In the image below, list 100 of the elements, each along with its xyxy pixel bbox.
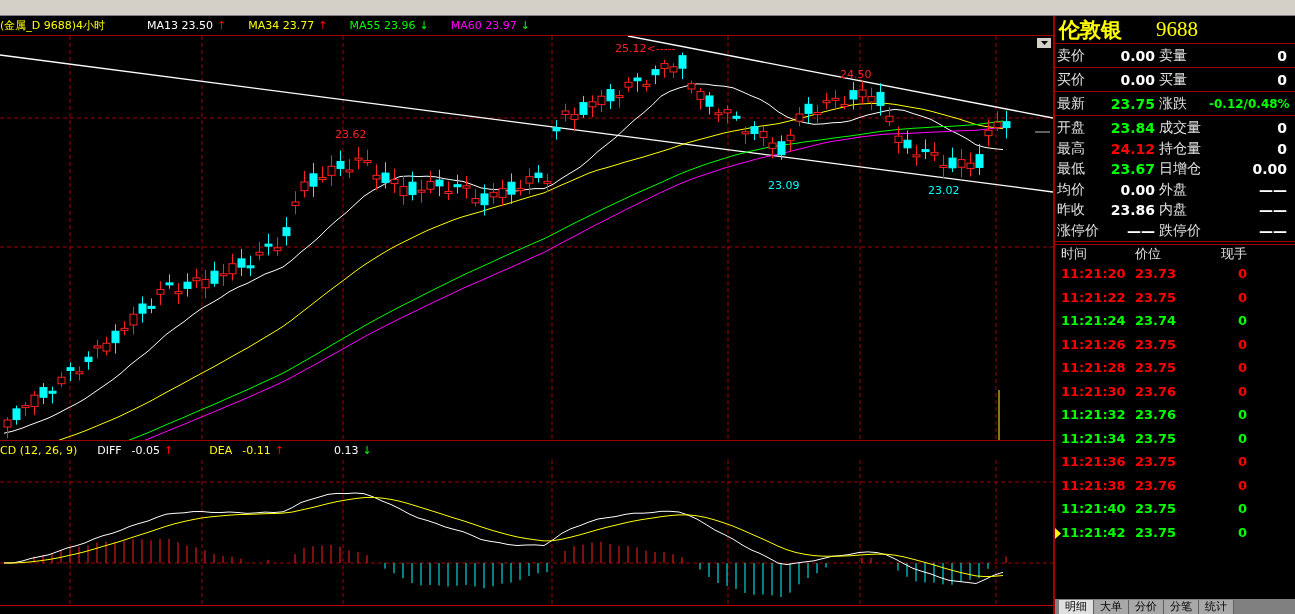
macd-title: CD (12, 26, 9) [0,444,78,457]
tick-volume: 0 [1237,407,1247,423]
price-annotation: 23.09 [768,179,800,192]
macd-label: DIFF [97,444,122,457]
trend-arrow: ↑ [164,444,174,457]
indicator-label: MA60 23.97 [450,19,517,32]
quote-value: 0.00 [1120,47,1155,64]
column-header: 现手 [1221,245,1247,263]
tick-volume: 0 [1237,266,1247,282]
macd-label: DEA [209,444,233,457]
tick-time: 11:21:24 [1061,313,1126,329]
quote-label: 外盘 [1159,180,1188,199]
tick-volume: 0 [1237,336,1247,352]
quote-label: 成交量 [1159,119,1202,138]
quote-label: 内盘 [1159,201,1188,220]
quote-label: 最高 [1057,139,1086,158]
column-header: 价位 [1135,245,1161,263]
tick-price: 23.76 [1135,407,1177,423]
price-annotation: 23.02 [928,184,960,197]
tick-price: 23.75 [1135,524,1177,540]
tick-volume: 0 [1237,383,1247,399]
quote-value: 0 [1277,71,1287,88]
price-annotation: 24.50 [840,68,872,81]
tab[interactable]: 明细 [1059,600,1094,614]
quote-value: —— [1259,222,1287,239]
quote-label: 涨停价 [1057,221,1100,240]
tick-time: 11:21:22 [1061,289,1126,305]
quote-label: 卖价 [1057,46,1086,65]
tick-time: 11:21:26 [1061,336,1126,352]
trend-arrow: ↓ [419,19,429,32]
tick-volume: 0 [1237,313,1247,329]
quote-label: 日增仓 [1159,160,1202,179]
trend-arrow: ↓ [520,19,530,32]
quote-label: 均价 [1057,180,1086,199]
trend-arrow: ↑ [217,19,227,32]
quote-value: 0 [1277,120,1287,137]
indicator-label: MA55 23.96 [349,19,416,32]
tick-price: 23.75 [1135,336,1177,352]
quote-value: 0 [1277,140,1287,157]
quote-value: 24.12 [1110,140,1155,157]
tick-time: 11:21:36 [1061,454,1126,470]
macd-value: 0.13 [333,444,359,457]
tick-time: 11:21:42 [1061,524,1126,540]
tick-volume: 0 [1237,501,1247,517]
macd-value: -0.11 [242,444,271,457]
column-header: 时间 [1061,245,1087,263]
quote-value: 23.86 [1110,202,1155,219]
quote-value: —— [1259,181,1287,198]
quote-value: -0.12/0.48% [1209,96,1290,111]
tick-time: 11:21:30 [1061,383,1126,399]
indicator-label: MA34 23.77 [248,19,315,32]
quote-label: 买价 [1057,70,1086,89]
tick-price: 23.75 [1135,430,1177,446]
trend-arrow: ↑ [274,444,284,457]
tick-volume: 0 [1237,454,1247,470]
instrument-name: 伦敦银 [1059,16,1122,44]
quote-label: 卖量 [1159,46,1188,65]
tick-time: 11:21:28 [1061,360,1126,376]
price-annotation: 23.62 [335,128,367,141]
tick-price: 23.75 [1135,454,1177,470]
quote-value: 0 [1277,47,1287,64]
instrument-code: 9688 [1156,17,1198,42]
tab[interactable]: 分价 [1129,600,1164,614]
quote-label: 最新 [1057,94,1086,113]
tick-volume: 0 [1237,289,1247,305]
tick-price: 23.75 [1135,289,1177,305]
tick-time: 11:21:32 [1061,407,1126,423]
tab[interactable]: 统计 [1199,600,1234,614]
tick-time: 11:21:40 [1061,501,1126,517]
quote-label: 昨收 [1057,201,1086,220]
quote-value: —— [1127,222,1155,239]
tick-price: 23.75 [1135,501,1177,517]
indicator-label: MA13 23.50 [147,19,214,32]
trend-arrow: ↓ [362,444,372,457]
quote-value: 0.00 [1120,181,1155,198]
tick-price: 23.76 [1135,383,1177,399]
quote-label: 最低 [1057,160,1086,179]
trend-arrow: ↑ [318,19,328,32]
tick-volume: 0 [1237,360,1247,376]
chart-title: (金属_D 9688)4小时 [0,18,106,33]
tick-volume: 0 [1237,477,1247,493]
tick-time: 11:21:38 [1061,477,1126,493]
tab[interactable]: 分笔 [1164,600,1199,614]
tick-volume: 0 [1237,524,1247,540]
tick-price: 23.74 [1135,313,1177,329]
tick-price: 23.73 [1135,266,1177,282]
quote-value: 23.84 [1110,120,1155,137]
quote-label: 持仓量 [1159,139,1202,158]
quote-value: 0.00 [1120,71,1155,88]
quote-value: 23.67 [1110,161,1155,178]
quote-value: 23.75 [1110,95,1155,112]
tick-time: 11:21:34 [1061,430,1126,446]
tick-price: 23.76 [1135,477,1177,493]
quote-value: 0.00 [1252,161,1287,178]
tab[interactable]: 大单 [1094,600,1129,614]
quote-label: 开盘 [1057,119,1086,138]
macd-value: -0.05 [131,444,161,457]
quote-label: 跌停价 [1159,221,1202,240]
quote-value: —— [1259,202,1287,219]
tick-volume: 0 [1237,430,1247,446]
